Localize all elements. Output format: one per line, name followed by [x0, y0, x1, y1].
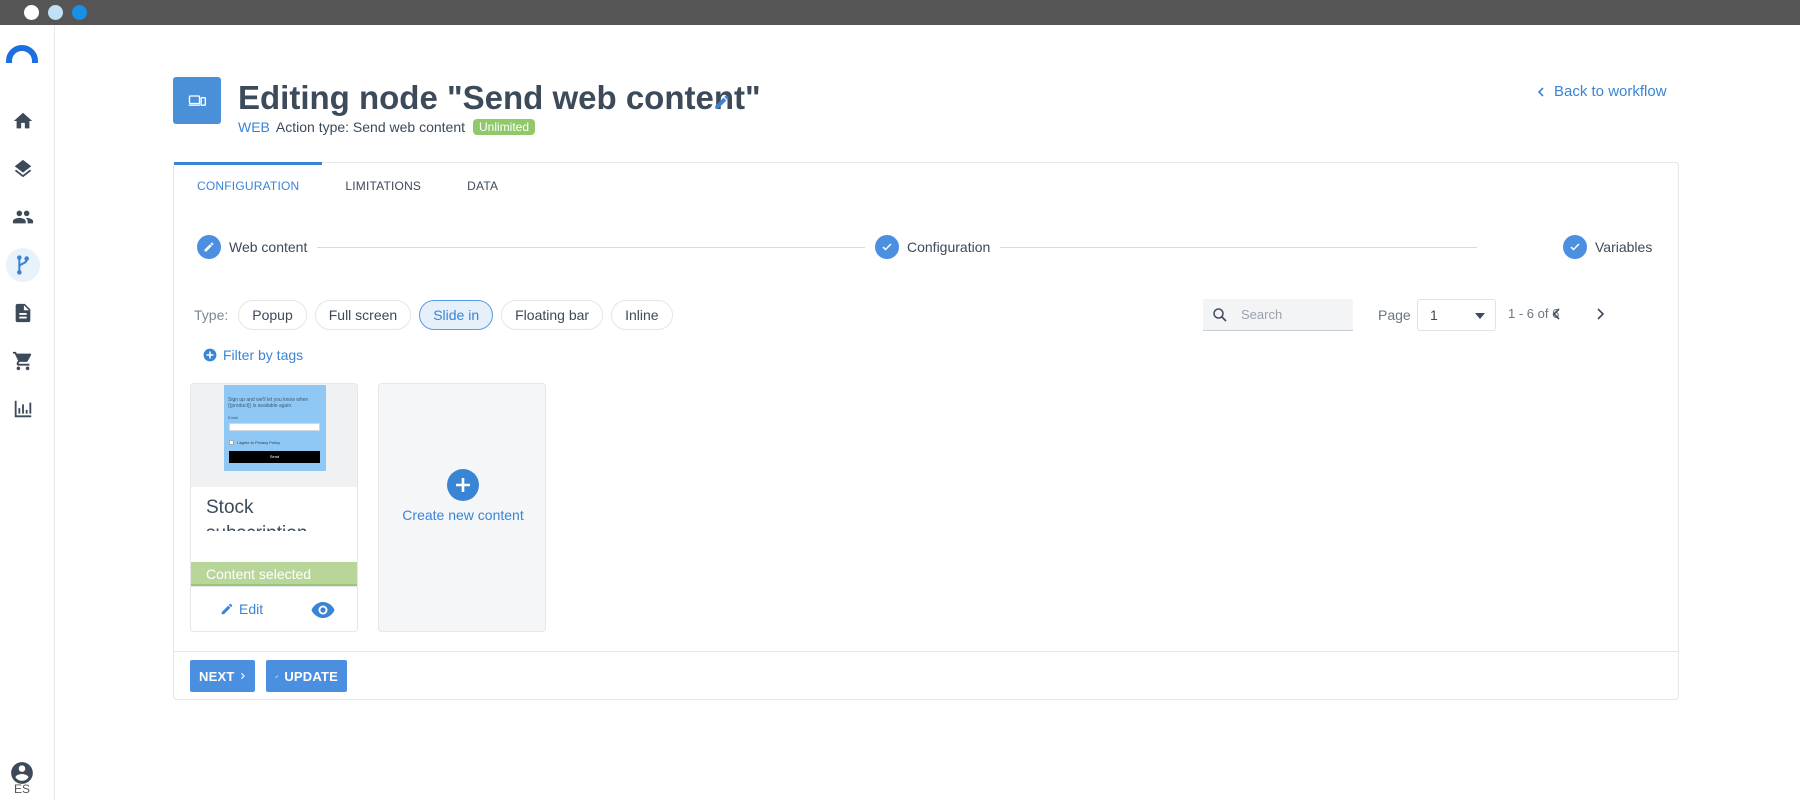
search-icon	[1213, 307, 1227, 322]
edit-content-button[interactable]: Edit	[220, 601, 263, 617]
window-maximize-button[interactable]	[72, 5, 87, 20]
action-type-label: Action type: Send web content	[275, 119, 466, 135]
document-icon	[15, 303, 31, 323]
sidebar-item-workflows[interactable]	[6, 248, 40, 282]
page-select[interactable]: 1	[1417, 299, 1496, 331]
type-label: Type:	[194, 307, 229, 323]
node-editor-card: CONFIGURATION LIMITATIONS DATA Web conte…	[173, 162, 1679, 700]
sidebar-item-layers[interactable]	[6, 152, 40, 186]
filter-by-tags-label: Filter by tags	[223, 347, 304, 363]
sidebar-item-home[interactable]	[6, 104, 40, 138]
step-variables[interactable]: Variables	[1553, 235, 1663, 259]
preview-eye-icon[interactable]	[311, 601, 335, 619]
sidebar-item-analytics[interactable]	[6, 392, 40, 426]
bar-chart-icon	[14, 400, 32, 418]
thumbnail-checkbox	[229, 440, 234, 445]
limit-badge: Unlimited	[473, 119, 536, 135]
step-label: Variables	[1595, 239, 1653, 255]
chevron-right-icon	[241, 672, 246, 680]
filter-by-tags-link[interactable]: Filter by tags	[203, 347, 303, 363]
sidebar: ES	[0, 25, 55, 800]
language-selector[interactable]: ES	[0, 782, 44, 796]
thumbnail-send-button: Send	[229, 451, 320, 463]
type-pill-slide-in[interactable]: Slide in	[419, 300, 494, 330]
back-to-workflow-link[interactable]: Back to workflow	[1536, 83, 1667, 100]
type-filter: Type: Popup Full screen Slide in Floatin…	[194, 300, 673, 330]
edit-label: Edit	[239, 601, 264, 617]
content-thumbnail: Sign up and we'll let you know when {{pr…	[191, 384, 357, 487]
thumbnail-checkbox-label: I agree to Privacy Policy	[237, 440, 280, 445]
content-selected-bar: Content selected	[191, 562, 357, 586]
chevron-left-icon	[1537, 86, 1544, 97]
tab-bar: CONFIGURATION LIMITATIONS DATA	[174, 162, 521, 203]
tab-limitations[interactable]: LIMITATIONS	[322, 163, 444, 203]
type-pill-floating-bar[interactable]: Floating bar	[501, 300, 604, 330]
create-new-content-card[interactable]: Create new content	[378, 383, 546, 632]
create-new-content-label: Create new content	[402, 507, 524, 523]
logo-icon[interactable]	[6, 45, 38, 63]
next-label: NEXT	[199, 668, 235, 684]
update-button[interactable]: UPDATE	[266, 660, 347, 692]
content-preview-image: Sign up and we'll let you know when {{pr…	[224, 385, 326, 471]
workflow-icon	[17, 255, 29, 275]
cart-icon	[12, 351, 32, 371]
window-close-button[interactable]	[24, 5, 39, 20]
window-minimize-button[interactable]	[48, 5, 63, 20]
content-card[interactable]: Sign up and we'll let you know when {{pr…	[190, 383, 358, 632]
check-icon	[875, 235, 899, 259]
tab-data[interactable]: DATA	[444, 163, 521, 203]
check-icon	[275, 674, 279, 678]
tab-configuration[interactable]: CONFIGURATION	[174, 162, 323, 203]
pencil-icon	[221, 603, 233, 615]
sidebar-item-people[interactable]	[6, 200, 40, 234]
pencil-icon	[197, 235, 221, 259]
plus-icon	[447, 469, 479, 501]
content-title: Stock subscription	[206, 497, 307, 531]
people-icon	[12, 210, 34, 224]
layers-icon	[14, 159, 32, 178]
step-label: Configuration	[907, 239, 991, 255]
home-icon	[13, 112, 33, 129]
thumbnail-field-label: Email	[228, 415, 239, 420]
caret-down-icon	[1475, 313, 1485, 319]
sidebar-item-cart[interactable]	[6, 344, 40, 378]
sidebar-item-documents[interactable]	[6, 296, 40, 330]
node-subtitle: WEB Action type: Send web content Unlimi…	[238, 119, 536, 135]
check-icon	[1563, 235, 1587, 259]
edit-title-icon[interactable]	[713, 93, 731, 111]
next-button[interactable]: NEXT	[190, 660, 255, 692]
search-input[interactable]	[1241, 307, 1341, 322]
page-label: Page	[1378, 307, 1411, 323]
type-pill-inline[interactable]: Inline	[611, 300, 673, 330]
stepper: Web content Configuration Variables	[197, 235, 1663, 259]
channel-label: WEB	[238, 119, 270, 135]
type-pill-full-screen[interactable]: Full screen	[314, 300, 412, 330]
type-pill-popup[interactable]: Popup	[238, 300, 307, 330]
window-titlebar	[0, 0, 1800, 25]
content-card-actions: Edit	[191, 586, 357, 631]
step-configuration[interactable]: Configuration	[865, 235, 1001, 259]
step-web-content[interactable]: Web content	[197, 235, 318, 259]
previous-page-icon[interactable]	[1549, 306, 1565, 322]
web-channel-icon	[173, 77, 221, 124]
update-label: UPDATE	[284, 668, 338, 684]
page-select-value: 1	[1430, 307, 1438, 323]
thumbnail-input	[229, 423, 320, 431]
footer-divider	[174, 651, 1678, 652]
page-title: Editing node "Send web content"	[238, 79, 761, 116]
add-circle-icon	[203, 348, 217, 362]
next-page-icon[interactable]	[1592, 306, 1608, 322]
search-box	[1203, 299, 1353, 331]
thumbnail-text: Sign up and we'll let you know when {{pr…	[228, 397, 309, 409]
back-link-label: Back to workflow	[1554, 83, 1667, 100]
step-label: Web content	[229, 239, 308, 255]
